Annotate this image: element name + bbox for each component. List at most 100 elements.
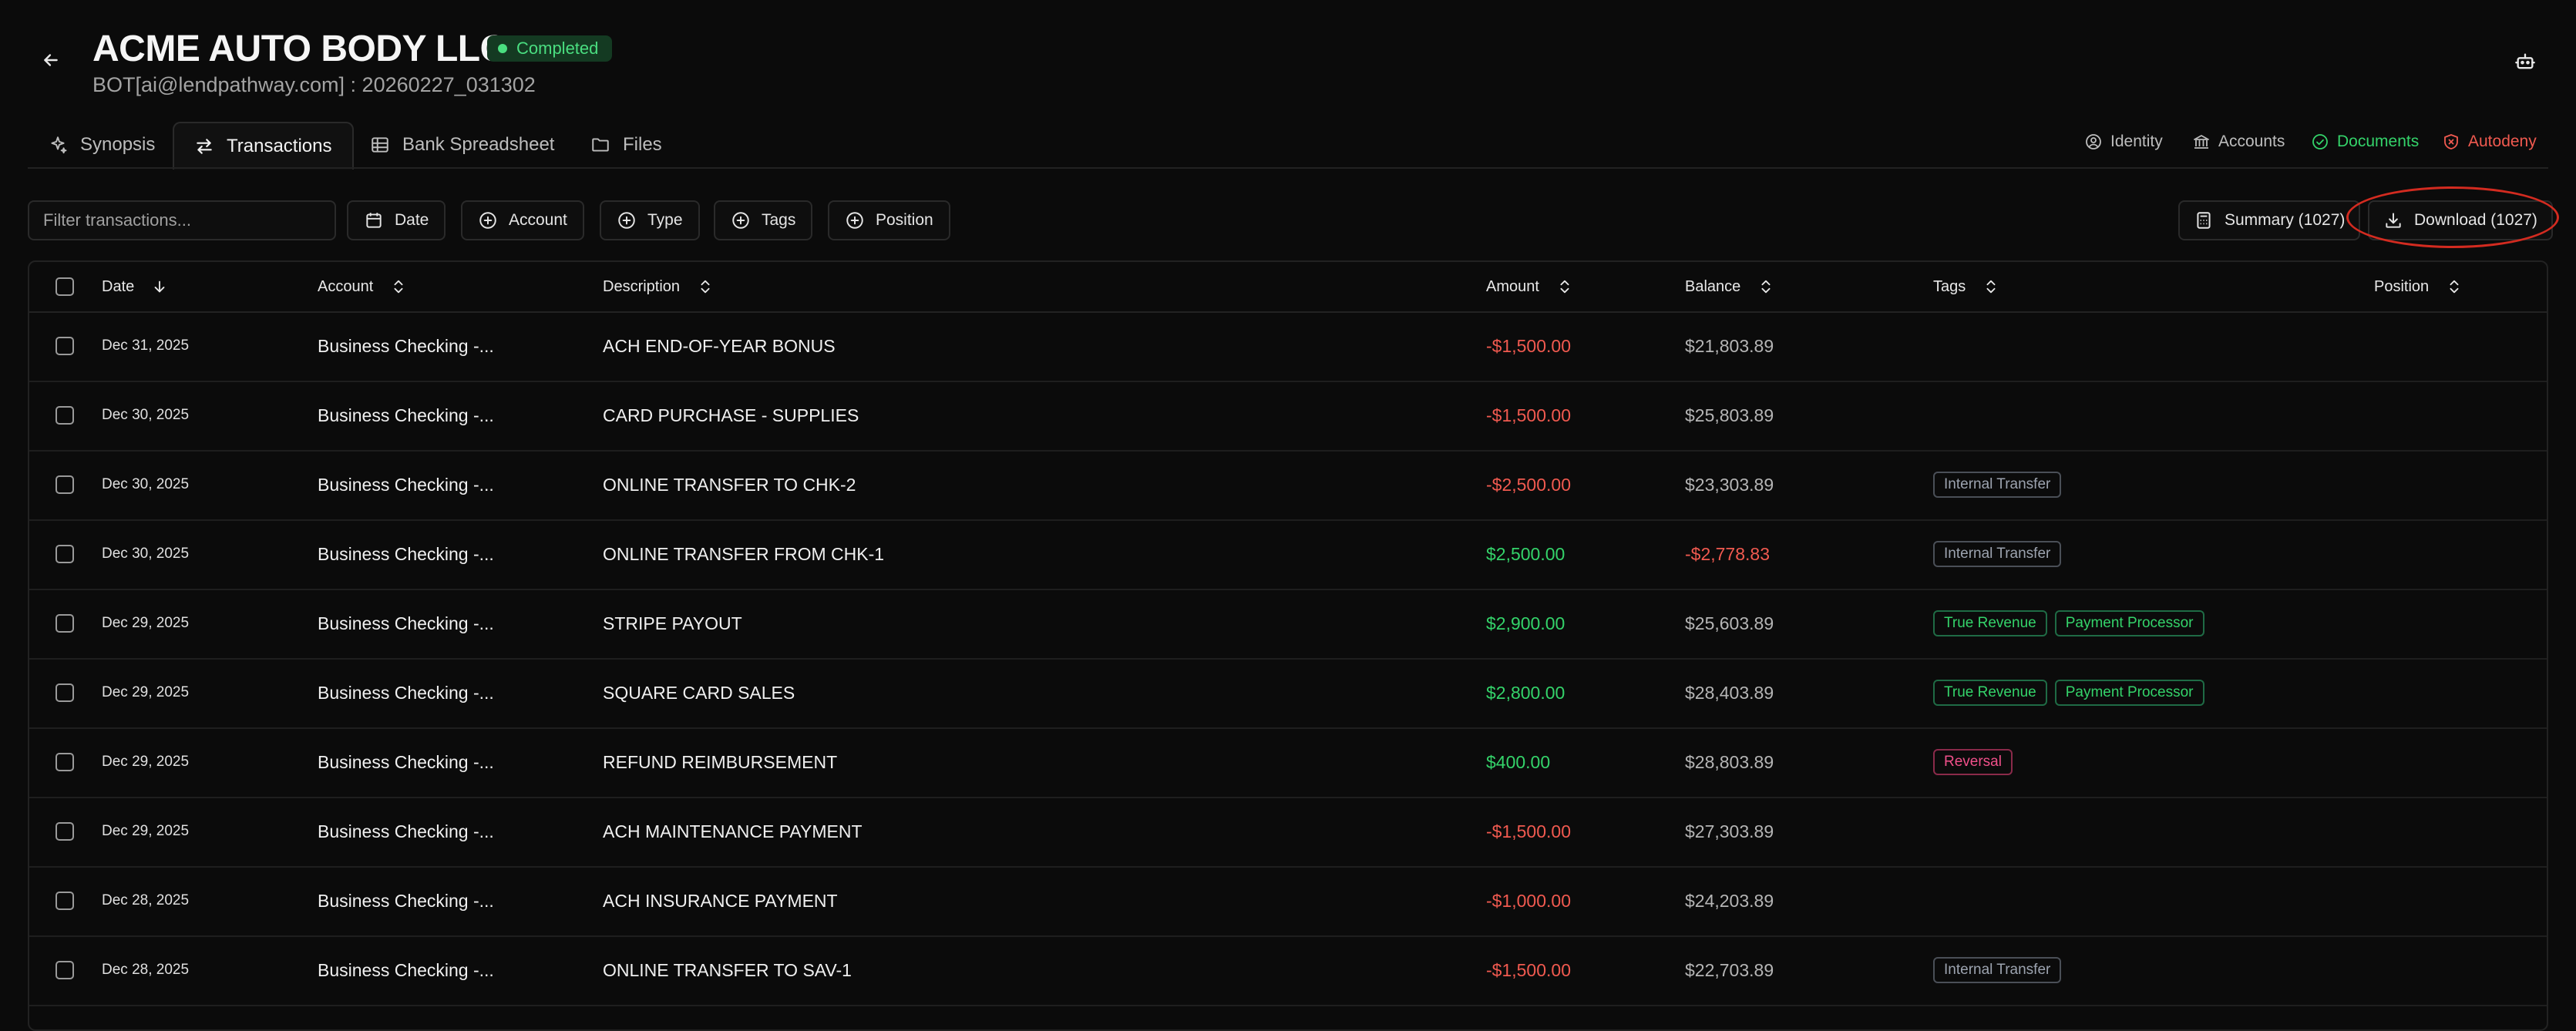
column-header-position[interactable]: Position <box>2374 262 2463 311</box>
status-identity[interactable]: Identity <box>2084 128 2163 156</box>
tag-internal: Internal Transfer <box>1933 957 2062 983</box>
bot-icon[interactable] <box>2514 51 2539 76</box>
filter-type-button[interactable]: Type <box>600 200 700 240</box>
row-checkbox[interactable] <box>55 406 74 425</box>
tab-bank-spreadsheet[interactable]: Bank Spreadsheet <box>350 122 574 168</box>
sort-icon <box>1986 280 1996 294</box>
row-account: Business Checking -... <box>318 821 494 841</box>
table-row[interactable]: Dec 29, 2025 Business Checking -... SQUA… <box>29 658 2547 729</box>
tab-transactions[interactable]: Transactions <box>173 122 354 170</box>
row-date: Dec 29, 2025 <box>102 684 190 700</box>
page-title: ACME AUTO BODY LLC <box>92 29 506 69</box>
table-row[interactable]: Dec 29, 2025 Business Checking -... REFU… <box>29 727 2547 798</box>
row-description: ACH MAINTENANCE PAYMENT <box>603 821 863 841</box>
status-badge-label: Completed <box>516 39 599 58</box>
row-balance: $22,703.89 <box>1685 959 1774 980</box>
row-description: ACH END-OF-YEAR BONUS <box>603 335 836 356</box>
column-label: Date <box>102 277 135 295</box>
column-label: Balance <box>1685 277 1741 295</box>
sort-icon <box>1761 280 1771 294</box>
row-date: Dec 28, 2025 <box>102 892 190 908</box>
table-row[interactable]: Dec 28, 2025 Business Checking -... ONLI… <box>29 935 2547 1006</box>
shield-x-icon <box>2444 134 2458 149</box>
status-autodeny[interactable]: Autodeny <box>2442 128 2537 156</box>
summary-button[interactable]: Summary (1027) <box>2178 200 2361 240</box>
row-amount: -$1,500.00 <box>1486 959 1571 980</box>
table-row[interactable]: Dec 31, 2025 Business Checking -... ACH … <box>29 311 2547 382</box>
row-checkbox[interactable] <box>55 337 74 355</box>
column-label: Tags <box>1933 277 1966 295</box>
row-account: Business Checking -... <box>318 405 494 425</box>
row-checkbox[interactable] <box>55 822 74 841</box>
column-header-account[interactable]: Account <box>318 262 407 311</box>
row-description: ONLINE TRANSFER TO CHK-2 <box>603 474 856 495</box>
column-label: Position <box>2374 277 2430 295</box>
table-row[interactable]: Dec 29, 2025 Business Checking -... STRI… <box>29 589 2547 660</box>
tag-internal: Internal Transfer <box>1933 541 2062 567</box>
row-account: Business Checking -... <box>318 335 494 356</box>
status-label: Identity <box>2110 133 2163 150</box>
back-button[interactable] <box>39 48 63 72</box>
row-description: STRIPE PAYOUT <box>603 613 742 633</box>
column-header-description[interactable]: Description <box>603 262 714 311</box>
sort-icon <box>1560 280 1569 294</box>
sparkle-icon <box>51 136 67 154</box>
row-checkbox[interactable] <box>55 961 74 979</box>
row-checkbox[interactable] <box>55 545 74 563</box>
table-row[interactable]: Dec 28, 2025 Business Checking -... ACH … <box>29 866 2547 937</box>
column-header-tags[interactable]: Tags <box>1933 262 1999 311</box>
tag-internal: Internal Transfer <box>1933 472 2062 498</box>
filter-tags-button[interactable]: Tags <box>714 200 813 240</box>
filter-button-label: Date <box>395 211 429 229</box>
status-accounts[interactable]: Accounts <box>2192 128 2285 156</box>
bank-icon <box>2194 135 2209 149</box>
row-date: Dec 29, 2025 <box>102 823 190 839</box>
column-header-balance[interactable]: Balance <box>1685 262 1774 311</box>
row-checkbox[interactable] <box>55 892 74 910</box>
filter-transactions-input[interactable] <box>28 200 336 240</box>
sort-icon <box>701 280 710 294</box>
filter-account-button[interactable]: Account <box>461 200 584 240</box>
grid-icon <box>372 137 388 153</box>
tag-reversal: Reversal <box>1933 749 2013 775</box>
plus-circle-icon <box>618 212 635 229</box>
row-account: Business Checking -... <box>318 890 494 911</box>
row-checkbox[interactable] <box>55 475 74 494</box>
table-row[interactable]: Dec 30, 2025 Business Checking -... ONLI… <box>29 519 2547 590</box>
table-row[interactable]: Dec 30, 2025 Business Checking -... ONLI… <box>29 450 2547 521</box>
row-amount: -$1,500.00 <box>1486 405 1571 425</box>
row-tags: Reversal <box>1933 727 2013 797</box>
filter-date-button[interactable]: Date <box>347 200 446 240</box>
table-header: Date Account Description Amount Balance … <box>29 262 2547 313</box>
column-header-amount[interactable]: Amount <box>1486 262 1573 311</box>
table-row[interactable]: Dec 30, 2025 Business Checking -... CARD… <box>29 381 2547 452</box>
row-balance: $27,303.89 <box>1685 821 1774 841</box>
row-account: Business Checking -... <box>318 959 494 980</box>
tab-files[interactable]: Files <box>570 122 682 168</box>
table-row[interactable]: Dec 29, 2025 Business Checking -... ACH … <box>29 797 2547 868</box>
row-amount: -$2,500.00 <box>1486 474 1571 495</box>
column-header-date[interactable]: Date <box>102 262 168 311</box>
row-account: Business Checking -... <box>318 613 494 633</box>
summary-button-label: Summary (1027) <box>2225 211 2346 229</box>
row-account: Business Checking -... <box>318 543 494 564</box>
page-subtitle: BOT[ai@lendpathway.com] : 20260227_03130… <box>92 73 536 96</box>
row-amount: $2,800.00 <box>1486 682 1565 703</box>
filter-position-button[interactable]: Position <box>828 200 950 240</box>
calculator-icon <box>2197 212 2211 229</box>
download-button[interactable]: Download (1027) <box>2368 200 2553 240</box>
tab-synopsis[interactable]: Synopsis <box>28 122 175 168</box>
status-dot-icon <box>498 44 507 53</box>
select-all-checkbox[interactable] <box>55 277 74 296</box>
row-checkbox[interactable] <box>55 614 74 633</box>
filter-button-label: Position <box>876 211 933 229</box>
row-balance: -$2,778.83 <box>1685 543 1770 564</box>
row-account: Business Checking -... <box>318 751 494 772</box>
row-description: CARD PURCHASE - SUPPLIES <box>603 405 859 425</box>
column-label: Account <box>318 277 374 295</box>
row-checkbox[interactable] <box>55 753 74 771</box>
row-tags: Internal Transfer <box>1933 519 2062 589</box>
status-documents[interactable]: Documents <box>2311 128 2419 156</box>
status-label: Documents <box>2337 133 2420 150</box>
row-checkbox[interactable] <box>55 683 74 702</box>
